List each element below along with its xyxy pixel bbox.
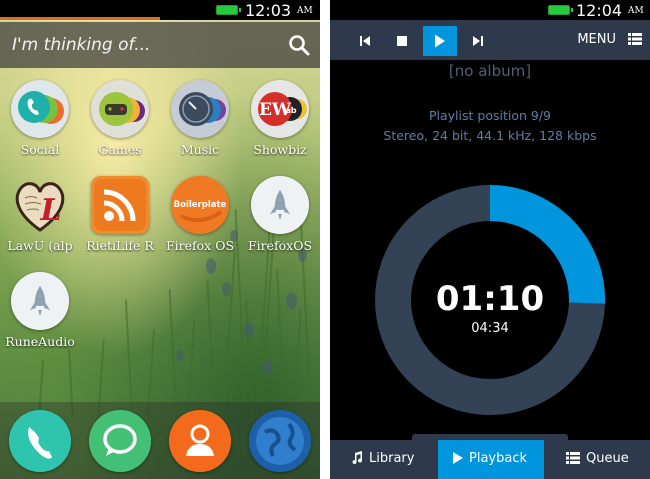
play-icon — [453, 452, 463, 464]
music-icon — [171, 80, 229, 138]
tab-queue[interactable]: Queue — [544, 440, 650, 479]
rss-icon — [91, 176, 149, 234]
menu-icon[interactable] — [628, 33, 642, 45]
loading-bar — [0, 17, 160, 20]
rocket-icon — [251, 176, 309, 234]
svg-text:L: L — [39, 193, 61, 228]
list-icon — [566, 452, 580, 464]
app-label: RuneAudio — [5, 334, 75, 349]
globe-icon[interactable] — [249, 410, 311, 472]
total-time: 04:34 — [471, 321, 509, 336]
app-label: Showbiz — [253, 142, 307, 157]
flower-bulb — [262, 360, 272, 374]
menu-button[interactable]: MENU — [577, 32, 616, 47]
app-rietilife[interactable]: RietiLife R — [80, 176, 160, 253]
rocket-icon — [11, 272, 69, 330]
boilerplate-icon: Boilerplate — [171, 176, 229, 234]
app-label: Firefox OS — [165, 238, 235, 253]
chat-icon[interactable] — [89, 410, 151, 472]
tab-library[interactable]: Library — [330, 440, 438, 479]
app-lawu[interactable]: L LawU (alp — [0, 176, 80, 253]
tab-bar: Library Playback Queue — [330, 440, 650, 479]
phone-icon[interactable] — [9, 410, 71, 472]
progress-ring[interactable]: 01:10 04:34 — [374, 184, 606, 416]
grass-stalk — [124, 299, 134, 419]
svg-text:ab: ab — [285, 106, 296, 115]
search-bar[interactable]: I'm thinking of... — [0, 22, 320, 68]
search-icon[interactable] — [288, 34, 310, 56]
music-player-screen: 12:04 AM MENU [no album] Playlist positi… — [330, 0, 650, 479]
flower-bulb — [222, 282, 231, 296]
grass-stalk — [222, 249, 236, 419]
flower-bulb — [286, 292, 297, 309]
app-label: RietiLife R — [86, 238, 154, 253]
playlist-position: Playlist position 9/9 — [428, 108, 551, 123]
app-firefoxos[interactable]: FirefoxOS — [240, 176, 320, 253]
status-bar: 12:04 AM — [330, 0, 650, 20]
skip-back-icon — [360, 36, 370, 46]
app-label: LawU (alp — [7, 238, 73, 253]
showbiz-icon: EW ab — [251, 80, 309, 138]
app-label: Social — [20, 142, 60, 157]
elapsed-time: 01:10 — [435, 279, 545, 319]
app-label: Games — [98, 142, 142, 157]
status-time: 12:04 — [576, 1, 623, 20]
app-runeaudio[interactable]: RuneAudio — [0, 272, 80, 349]
stop-button[interactable] — [385, 26, 419, 56]
battery-icon — [216, 5, 241, 15]
status-bar: 12:03 AM — [0, 0, 320, 20]
album-name: [no album] — [448, 62, 532, 80]
status-ampm: AM — [297, 6, 313, 16]
tab-label: Queue — [586, 451, 629, 466]
social-icon — [11, 80, 69, 138]
audio-format: Stereo, 24 bit, 44.1 kHz, 128 kbps — [383, 128, 597, 143]
music-note-icon — [352, 451, 363, 465]
tab-label: Library — [369, 451, 415, 466]
play-icon — [435, 34, 445, 48]
homescreen: 12:03 AM I'm thinking of... Social Games… — [0, 0, 320, 479]
skip-forward-icon — [473, 36, 483, 46]
app-music[interactable]: Music — [160, 80, 240, 157]
tab-label: Playback — [469, 451, 528, 466]
tab-playback[interactable]: Playback — [438, 440, 544, 479]
previous-button[interactable] — [348, 26, 382, 56]
app-label: FirefoxOS — [247, 238, 313, 253]
flower-bulb — [176, 350, 184, 362]
games-icon — [91, 80, 149, 138]
app-showbiz[interactable]: EW ab Showbiz — [240, 80, 320, 157]
status-ampm: AM — [628, 6, 644, 16]
grass-stalk — [276, 269, 286, 419]
app-firefox-os-boilerplate[interactable]: Boilerplate Firefox OS — [160, 176, 240, 253]
app-social[interactable]: Social — [0, 80, 80, 157]
flower-bulb — [206, 258, 216, 274]
dock — [0, 402, 320, 479]
search-placeholder: I'm thinking of... — [12, 35, 151, 55]
app-label: Music — [180, 142, 220, 157]
battery-icon — [548, 5, 573, 15]
grass-stalk — [206, 279, 216, 419]
playback-toolbar: MENU — [330, 20, 650, 60]
status-time: 12:03 — [245, 1, 292, 20]
stop-icon — [397, 36, 407, 46]
play-button[interactable] — [423, 26, 457, 56]
boilerplate-icon-text: Boilerplate — [174, 200, 227, 210]
app-games[interactable]: Games — [80, 80, 160, 157]
next-button[interactable] — [461, 26, 495, 56]
flower-bulb — [244, 322, 254, 337]
contacts-icon[interactable] — [169, 410, 231, 472]
lawu-icon: L — [11, 176, 69, 234]
